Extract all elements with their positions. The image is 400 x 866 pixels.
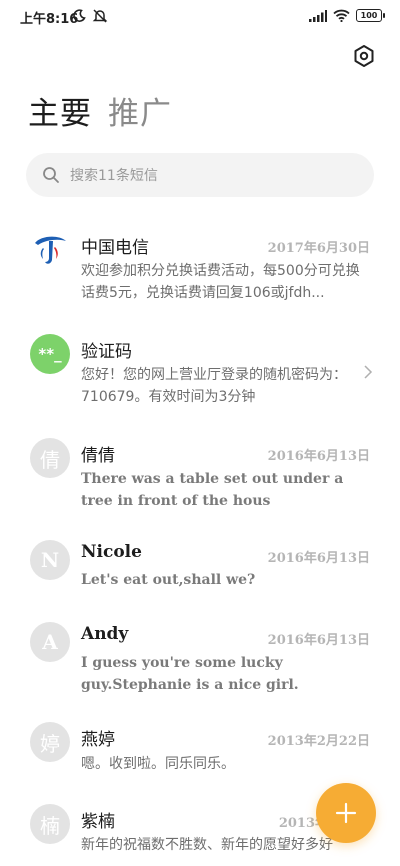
- message-row[interactable]: 中国电信 2017年6月30日 欢迎参加积分兑换话费活动，每500分可兑换话费5…: [0, 222, 400, 312]
- status-left-icons: [72, 9, 108, 23]
- avatar: **_: [30, 334, 70, 374]
- message-preview: Let's eat out,shall we?: [81, 572, 256, 588]
- chevron-right-icon: [364, 365, 373, 379]
- sender-name: Nicole: [81, 542, 142, 562]
- sender-name: 验证码: [81, 342, 132, 362]
- message-preview: 嗯。收到啦。同乐同乐。: [81, 756, 235, 772]
- status-bar: 上午8:16 100: [0, 0, 400, 36]
- search-icon: [43, 167, 59, 183]
- sender-name: 中国电信: [81, 238, 149, 258]
- sender-name: 倩倩: [81, 446, 115, 466]
- message-preview: There was a table set out under a tree i…: [81, 471, 344, 509]
- signal-icon: [309, 9, 327, 22]
- header-tabs: 主要 推广: [28, 88, 172, 133]
- tab-promotions[interactable]: 推广: [108, 88, 172, 133]
- message-date: 2017年6月30日: [267, 241, 370, 256]
- sender-name: 紫楠: [81, 812, 115, 832]
- status-time: 上午8:16: [20, 12, 79, 27]
- mute-icon: [92, 9, 108, 23]
- hexagon-settings-icon: [354, 45, 374, 67]
- message-preview: I guess you're some lucky guy.Stephanie …: [81, 655, 299, 693]
- avatar: 倩: [30, 438, 70, 478]
- status-right-icons: 100: [309, 9, 385, 22]
- sender-name: 燕婷: [81, 730, 115, 750]
- avatar: 楠: [30, 804, 70, 844]
- message-preview: 您好！您的网上营业厅登录的随机密码为：710679。有效时间为3分钟: [81, 367, 347, 405]
- avatar: [30, 230, 70, 270]
- message-row[interactable]: 婷 燕婷 2013年2月22日 嗯。收到啦。同乐同乐。: [0, 716, 400, 786]
- plus-icon: [335, 802, 357, 824]
- avatar: 婷: [30, 722, 70, 762]
- china-telecom-logo: [31, 231, 69, 269]
- tab-primary[interactable]: 主要: [28, 88, 92, 133]
- wifi-icon: [333, 9, 350, 22]
- message-date: 2016年6月13日: [267, 633, 370, 648]
- new-message-button[interactable]: [316, 783, 376, 843]
- message-preview: 欢迎参加积分兑换话费活动，每500分可兑换话费5元，兑换话费请回复106或jfd…: [81, 263, 360, 301]
- message-preview: 新年的祝福数不胜数、新年的愿望好多好: [81, 837, 333, 853]
- avatar: A: [30, 622, 70, 662]
- sender-name: Andy: [81, 624, 129, 644]
- message-row[interactable]: **_ 验证码 您好！您的网上营业厅登录的随机密码为：710679。有效时间为3…: [0, 326, 400, 416]
- message-row[interactable]: N Nicole 2016年6月13日 Let's eat out,shall …: [0, 532, 400, 602]
- message-date: 2016年6月13日: [267, 551, 370, 566]
- settings-button[interactable]: [352, 44, 376, 68]
- message-row[interactable]: 倩 倩倩 2016年6月13日 There was a table set ou…: [0, 430, 400, 520]
- avatar: N: [30, 540, 70, 580]
- message-row[interactable]: A Andy 2016年6月13日 I guess you're some lu…: [0, 614, 400, 704]
- search-input[interactable]: 搜索11条短信: [26, 153, 374, 197]
- search-placeholder: 搜索11条短信: [70, 168, 158, 184]
- message-date: 2016年6月13日: [267, 449, 370, 464]
- moon-icon: [73, 9, 86, 22]
- message-date: 2013年2月22日: [267, 734, 370, 749]
- battery-icon: 100: [356, 9, 385, 22]
